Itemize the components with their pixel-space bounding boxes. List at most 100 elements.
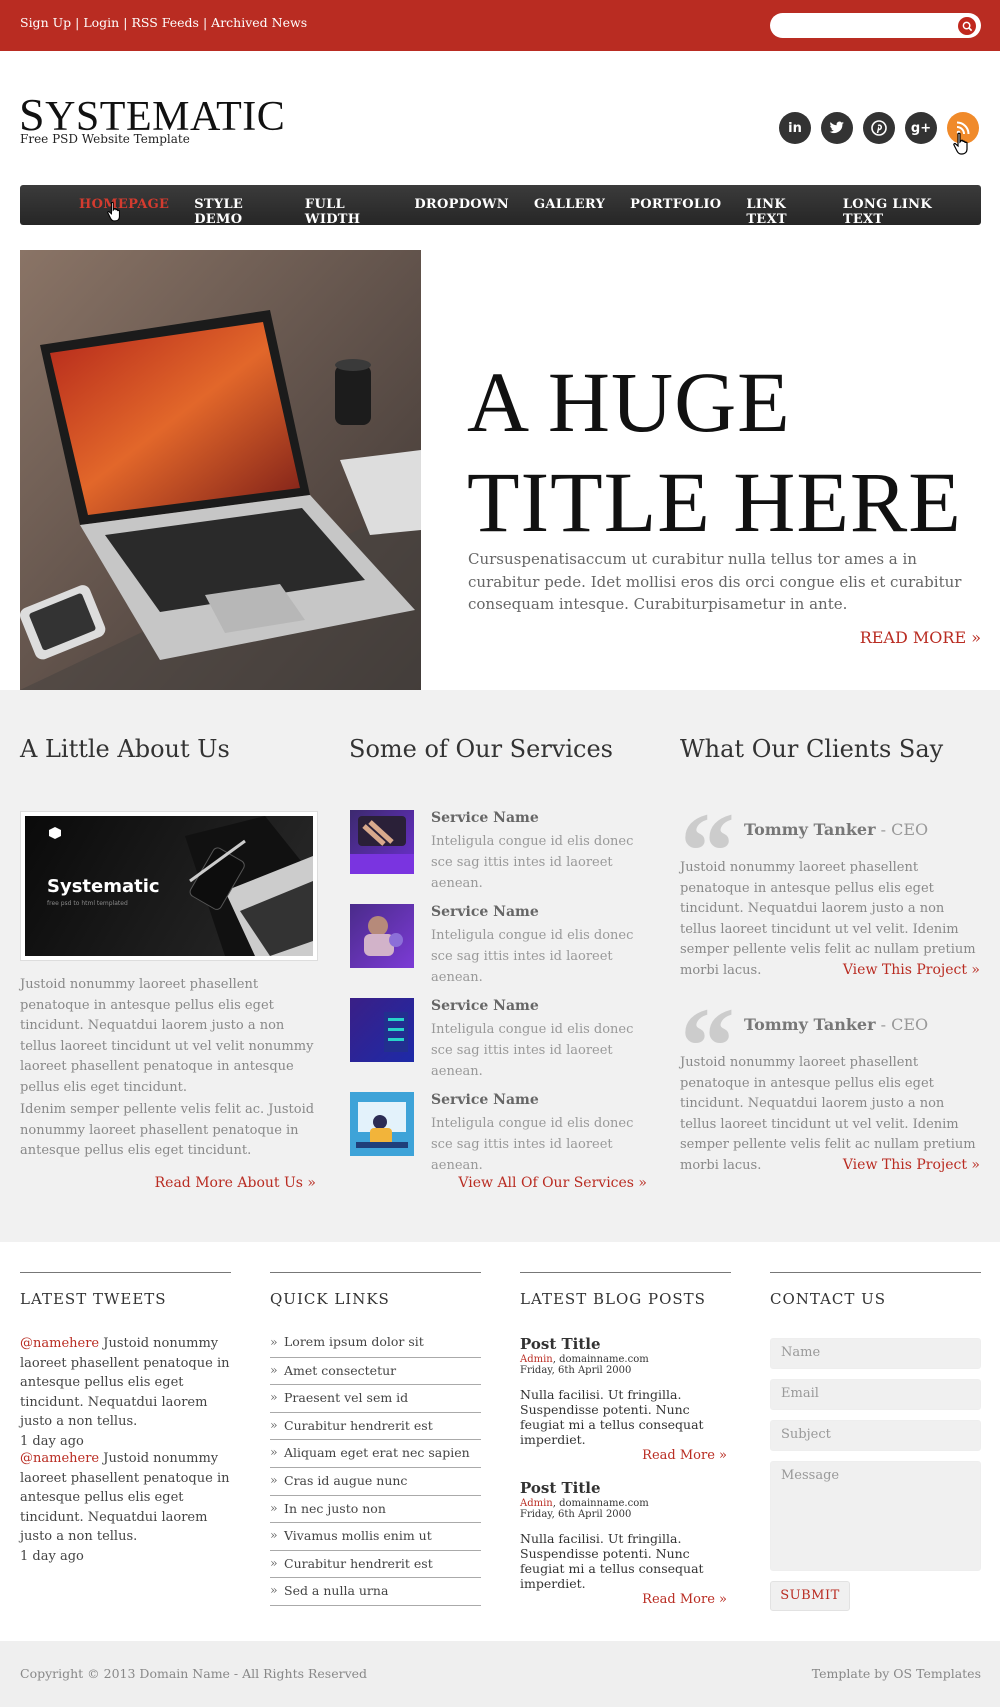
hand-cursor-icon (953, 132, 968, 155)
nav-item-gallery[interactable]: GALLERY (534, 197, 605, 227)
social-icons: in g+ (779, 112, 979, 144)
post-domain: , domainname.com (552, 1354, 649, 1365)
about-image-subtitle: free psd to html templated (47, 900, 128, 907)
service-thumbnail (350, 904, 414, 968)
quick-link[interactable]: Aliquam eget erat nec sapien (270, 1440, 481, 1468)
nav-item-style-demo[interactable]: STYLE DEMO (194, 197, 280, 227)
author-role: - CEO (875, 1015, 929, 1034)
hero-image (20, 250, 421, 690)
submit-button[interactable]: SUBMIT (770, 1581, 850, 1611)
nav-item-portfolio[interactable]: PORTFOLIO (630, 197, 721, 227)
footer-bar: Copyright © 2013 Domain Name - All Right… (0, 1641, 1000, 1707)
quicklinks-title: QUICK LINKS (270, 1290, 390, 1308)
author-name: Tommy Tanker (744, 1015, 876, 1034)
blog-post: Post Title Admin, domainname.com Friday, … (520, 1479, 731, 1609)
service-item[interactable]: Service Name Inteligula congue id elis d… (350, 998, 650, 1079)
post-meta: Admin, domainname.com Friday, 6th April 2… (520, 1498, 731, 1520)
contact-title: CONTACT US (770, 1290, 887, 1308)
contact-email-field[interactable]: Email (770, 1379, 981, 1410)
service-thumbnail (350, 810, 414, 874)
tweets-title: LATEST TWEETS (20, 1290, 167, 1308)
about-paragraph-2: Idenim semper pellente velis felit ac. J… (20, 1102, 315, 1158)
site-tagline: Free PSD Website Template (20, 132, 190, 146)
quick-link[interactable]: Lorem ipsum dolor sit (270, 1330, 481, 1358)
quick-link[interactable]: Amet consectetur (270, 1358, 481, 1386)
twitter-icon[interactable] (821, 112, 853, 144)
signup-link[interactable]: Sign Up (20, 15, 71, 30)
nav-list: HOMEPAGE STYLE DEMO FULL WIDTH DROPDOWN … (79, 197, 981, 227)
nav-item-full-width[interactable]: FULL WIDTH (305, 197, 389, 227)
hero-text: Cursuspenatisaccum ut curabitur nulla te… (468, 550, 962, 613)
quick-link[interactable]: Sed a nulla urna (270, 1578, 481, 1606)
nav-item-homepage[interactable]: HOMEPAGE (79, 197, 169, 227)
quick-link[interactable]: Curabitur hendrerit est (270, 1551, 481, 1579)
post-domain: , domainname.com (552, 1498, 649, 1509)
tweet-handle-link[interactable]: @namehere (20, 1336, 99, 1351)
login-link[interactable]: Login (83, 15, 119, 30)
testimonial: “ Tommy Tanker - CEO Justoid nonummy lao… (680, 991, 980, 1193)
quick-link[interactable]: Cras id augue nunc (270, 1468, 481, 1496)
post-meta: Admin, domainname.com Friday, 6th April 2… (520, 1354, 731, 1376)
pinterest-icon[interactable] (863, 112, 895, 144)
archived-news-link[interactable]: Archived News (211, 15, 307, 30)
testimonial-author: Tommy Tanker - CEO (744, 820, 928, 839)
author-role: - CEO (875, 820, 929, 839)
tweet-handle-link[interactable]: @namehere (20, 1451, 99, 1466)
tweet: @namehere Justoid nonummy laoreet phasel… (20, 1334, 231, 1451)
post-title-link[interactable]: Post Title (520, 1479, 731, 1497)
google-plus-icon[interactable]: g+ (905, 112, 937, 144)
post-excerpt: Nulla facilisi. Ut fringilla. Suspendiss… (520, 1531, 704, 1591)
contact-name-field[interactable]: Name (770, 1338, 981, 1369)
copyright-text: Copyright © 2013 Domain Name - All Right… (20, 1666, 368, 1681)
hand-cursor-icon (107, 201, 120, 222)
post-read-more-link[interactable]: Read More » (642, 1448, 727, 1463)
services-title: Some of Our Services (349, 735, 613, 763)
quick-link[interactable]: In nec justo non (270, 1496, 481, 1524)
contact-message-field[interactable]: Message (770, 1461, 981, 1571)
post-read-more-link[interactable]: Read More » (642, 1592, 727, 1607)
view-project-link[interactable]: View This Project » (843, 1157, 980, 1173)
about-title: A Little About Us (20, 735, 230, 763)
tweet-time: 1 day ago (20, 1548, 84, 1564)
quick-link[interactable]: Curabitur hendrerit est (270, 1413, 481, 1441)
post-title-link[interactable]: Post Title (520, 1335, 731, 1353)
nav-item-link-text[interactable]: LINK TEXT (746, 197, 818, 227)
quicklinks-column: QUICK LINKS (270, 1272, 481, 1308)
post-date: Friday, 6th April 2000 (520, 1509, 632, 1520)
service-item[interactable]: Service Name Inteligula congue id elis d… (350, 1092, 650, 1173)
main-nav: HOMEPAGE STYLE DEMO FULL WIDTH DROPDOWN … (20, 185, 981, 227)
post-date: Friday, 6th April 2000 (520, 1365, 632, 1376)
quick-links-list: Lorem ipsum dolor sit Amet consectetur P… (270, 1330, 481, 1606)
hero-read-more-link[interactable]: READ MORE » (860, 628, 981, 647)
service-thumbnail (350, 1092, 414, 1156)
nav-item-dropdown[interactable]: DROPDOWN (414, 197, 509, 227)
template-credit: Template by OS Templates (811, 1666, 981, 1681)
read-more-about-link[interactable]: Read More About Us » (155, 1175, 316, 1191)
testimonial-author: Tommy Tanker - CEO (744, 1015, 928, 1034)
search-input[interactable] (770, 13, 981, 38)
about-image: Systematic free psd to html templated (20, 811, 318, 961)
view-all-services-link[interactable]: View All Of Our Services » (458, 1175, 647, 1191)
service-item[interactable]: Service Name Inteligula congue id elis d… (350, 904, 650, 985)
blog-title: LATEST BLOG POSTS (520, 1290, 706, 1308)
service-thumbnail (350, 998, 414, 1062)
service-item[interactable]: Service Name Inteligula congue id elis d… (350, 810, 650, 891)
about-image-title: Systematic (47, 876, 160, 897)
clients-title: What Our Clients Say (680, 735, 944, 763)
quick-link[interactable]: Praesent vel sem id (270, 1385, 481, 1413)
rss-feeds-link[interactable]: RSS Feeds (131, 15, 199, 30)
about-paragraph-1: Justoid nonummy laoreet phasellent penat… (20, 977, 314, 1095)
search-icon[interactable] (958, 17, 976, 35)
blog-column: LATEST BLOG POSTS (520, 1272, 731, 1308)
view-project-link[interactable]: View This Project » (843, 962, 980, 978)
author-name: Tommy Tanker (744, 820, 876, 839)
post-author-link[interactable]: Admin (520, 1354, 553, 1365)
nav-item-long-link-text[interactable]: LONG LINK TEXT (843, 197, 956, 227)
quick-link[interactable]: Vivamus mollis enim ut (270, 1523, 481, 1551)
hero-title: A HUGE TITLE HERE (467, 352, 962, 552)
linkedin-icon[interactable]: in (779, 112, 811, 144)
service-desc: Inteligula congue id elis donec sce sag … (431, 1022, 634, 1079)
contact-subject-field[interactable]: Subject (770, 1420, 981, 1451)
post-author-link[interactable]: Admin (520, 1498, 553, 1509)
service-desc: Inteligula congue id elis donec sce sag … (431, 928, 634, 985)
